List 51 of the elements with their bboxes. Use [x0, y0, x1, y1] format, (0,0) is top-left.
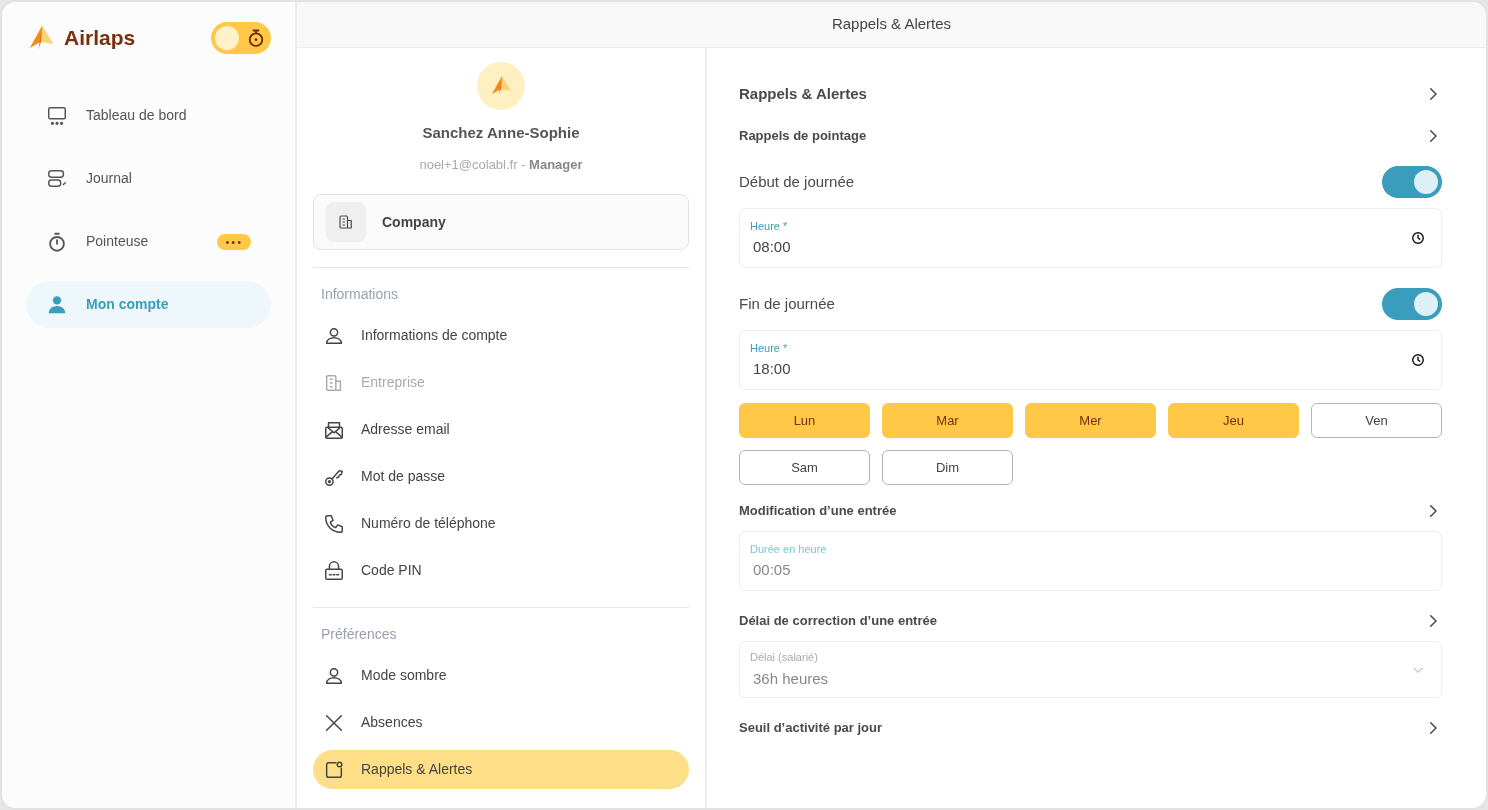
journal-icon — [46, 167, 68, 190]
menu-item[interactable]: Numéro de téléphone — [313, 504, 689, 543]
menu-item[interactable]: Absences — [313, 703, 689, 742]
section-heading: Délai de correction d’une entrée — [739, 612, 937, 631]
user-icon — [46, 293, 68, 316]
day-toggle[interactable]: Lun — [739, 403, 870, 438]
day-toggle[interactable]: Jeu — [1168, 403, 1299, 438]
toggle-switch[interactable] — [1382, 288, 1442, 320]
time-field[interactable]: Heure * 18:00 — [739, 330, 1442, 390]
select-field[interactable]: Délai (salarié) 36h heures — [739, 641, 1442, 698]
monitor-icon — [46, 104, 68, 127]
sidebar-item[interactable]: Tableau de bord — [26, 92, 271, 139]
day-toggle[interactable]: Ven — [1311, 403, 1442, 438]
time-field[interactable]: Heure * 08:00 — [739, 208, 1442, 268]
day-toggle[interactable]: Mar — [882, 403, 1013, 438]
app-name: Airlaps — [64, 25, 136, 52]
day-toggle[interactable]: Sam — [739, 450, 870, 485]
sidebar-item[interactable]: Journal — [26, 155, 271, 202]
menu-item[interactable]: Adresse email — [313, 410, 689, 449]
building-icon — [337, 213, 355, 231]
section-heading: Modification d’une entrée — [739, 502, 897, 521]
phone-icon — [323, 512, 345, 535]
day-toggle[interactable]: Mer — [1025, 403, 1156, 438]
menu-item[interactable]: Informations de compte — [313, 316, 689, 355]
menu-item[interactable]: Code PIN — [313, 551, 689, 590]
section-heading: Rappels de pointage — [739, 127, 867, 146]
section-heading: Rappels & Alertes — [739, 83, 867, 104]
company-card[interactable]: Company — [313, 194, 689, 250]
status-badge: ••• — [217, 233, 251, 250]
page-title: Rappels & Alertes — [297, 2, 1486, 48]
notification-icon — [323, 758, 345, 781]
sidebar-item[interactable]: Pointeuse ••• — [26, 218, 271, 265]
section-heading: Seuil d’activité par jour — [739, 719, 883, 738]
toggle-label: Début de journée — [739, 171, 855, 192]
stopwatch-icon — [46, 230, 68, 253]
clock-icon — [1411, 353, 1425, 367]
day-toggle[interactable]: Dim — [882, 450, 1013, 485]
toggle-switch[interactable] — [1382, 166, 1442, 198]
section-title: Informations — [320, 285, 400, 304]
menu-item[interactable]: Mode sombre — [313, 656, 689, 695]
timer-button[interactable] — [211, 22, 271, 54]
input-field[interactable]: Durée en heure 00:05 — [739, 531, 1442, 591]
user-name: Sanchez Anne-Sophie — [422, 123, 580, 143]
menu-item[interactable]: Mot de passe — [313, 457, 689, 496]
user-email-role: noel+1@colabl.fr - Manager — [419, 155, 583, 174]
clock-icon — [1411, 231, 1425, 245]
toggle-label: Fin de journée — [739, 293, 835, 314]
section-title: Préférences — [320, 625, 398, 644]
lock-icon — [323, 559, 345, 582]
menu-item[interactable]: Rappels & Alertes — [313, 750, 689, 789]
stopwatch-icon — [246, 28, 266, 48]
